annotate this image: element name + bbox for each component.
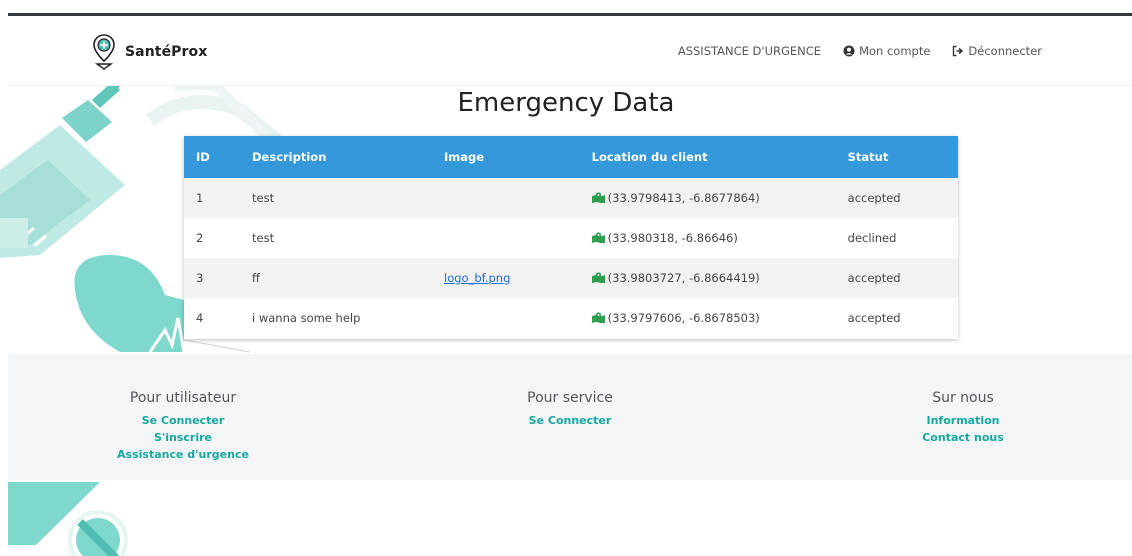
cell-image — [432, 298, 580, 338]
table-row: 1 test (33.9798413, -6.8677864) accepted — [184, 178, 958, 218]
header-description: Description — [252, 150, 327, 164]
footer-users-emergency-link[interactable]: Assistance d'urgence — [108, 446, 258, 463]
cell-id: 1 — [196, 191, 204, 205]
cell-status: accepted — [847, 271, 901, 285]
footer-users-login-link[interactable]: Se Connecter — [108, 412, 258, 429]
cell-location[interactable]: (33.9797606, -6.8678503) — [580, 298, 836, 338]
nav-logout-link[interactable]: Déconnecter — [952, 44, 1042, 58]
emergency-table-container: ID Description Image Location du client … — [184, 136, 958, 339]
sign-out-icon — [953, 45, 964, 57]
cell-description: test — [252, 231, 275, 245]
footer: Pour utilisateur Se Connecter S'inscrire… — [8, 354, 1132, 480]
location-text: (33.9797606, -6.8678503) — [607, 311, 760, 325]
footer-about-contact-link[interactable]: Contact nous — [888, 429, 1038, 446]
map-marked-icon — [591, 312, 605, 323]
footer-service-login-link[interactable]: Se Connecter — [495, 412, 645, 429]
map-marked-icon — [591, 192, 605, 203]
nav-account-link[interactable]: Mon compte — [843, 44, 930, 58]
footer-about-column: Sur nous Information Contact nous — [888, 390, 1038, 446]
nav-logout-label: Déconnecter — [968, 44, 1042, 58]
cell-image — [432, 178, 580, 218]
map-marked-icon — [591, 232, 605, 243]
location-text: (33.9803727, -6.8664419) — [607, 271, 760, 285]
pill-illustration — [8, 482, 128, 556]
page-title: Emergency Data — [457, 88, 675, 118]
table-row: 2 test (33.980318, -6.86646) declined — [184, 218, 958, 258]
header-image: Image — [444, 150, 485, 164]
cell-description: i wanna some help — [252, 311, 361, 325]
location-pin-plus-icon — [93, 34, 115, 70]
cell-id: 4 — [196, 311, 204, 325]
footer-users-register-link[interactable]: S'inscrire — [108, 429, 258, 446]
cell-status: declined — [847, 231, 897, 245]
header-location: Location du client — [591, 150, 708, 164]
map-marked-icon — [591, 272, 605, 283]
cell-location[interactable]: (33.980318, -6.86646) — [580, 218, 836, 258]
cell-image: logo_bf.png — [432, 258, 580, 298]
footer-users-column: Pour utilisateur Se Connecter S'inscrire… — [108, 390, 258, 463]
footer-service-column: Pour service Se Connecter — [495, 390, 645, 429]
cell-location[interactable]: (33.9798413, -6.8677864) — [580, 178, 836, 218]
nav-links: ASSISTANCE D'URGENCE Mon compte Déconnec… — [678, 44, 1042, 58]
nav-account-label: Mon compte — [859, 44, 931, 58]
footer-users-title: Pour utilisateur — [129, 390, 237, 406]
table-row: 3 ff logo_bf.png (33.9803727, -6.8664419… — [184, 258, 958, 298]
navbar: SantéProx ASSISTANCE D'URGENCE Mon compt… — [8, 16, 1132, 86]
nav-emergency-link[interactable]: ASSISTANCE D'URGENCE — [678, 44, 821, 58]
user-circle-icon — [843, 45, 855, 57]
footer-service-title: Pour service — [527, 390, 613, 406]
brand-name: SantéProx — [125, 44, 208, 60]
header-id: ID — [196, 150, 210, 164]
footer-about-title: Sur nous — [932, 390, 994, 406]
table-header-row: ID Description Image Location du client … — [184, 136, 958, 178]
location-text: (33.980318, -6.86646) — [607, 231, 738, 245]
location-text: (33.9798413, -6.8677864) — [607, 191, 760, 205]
cell-status: accepted — [847, 311, 901, 325]
emergency-table: ID Description Image Location du client … — [184, 136, 958, 338]
cell-id: 2 — [196, 231, 204, 245]
cell-location[interactable]: (33.9803727, -6.8664419) — [580, 258, 836, 298]
footer-about-info-link[interactable]: Information — [888, 412, 1038, 429]
table-row: 4 i wanna some help (33.9797606, -6.8678… — [184, 298, 958, 338]
image-link[interactable]: logo_bf.png — [444, 271, 510, 285]
header-status: Statut — [847, 150, 889, 164]
cell-id: 3 — [196, 271, 204, 285]
brand[interactable]: SantéProx — [93, 34, 207, 70]
cell-image — [432, 218, 580, 258]
cell-status: accepted — [847, 191, 901, 205]
cell-description: test — [252, 191, 275, 205]
cell-description: ff — [252, 271, 260, 285]
